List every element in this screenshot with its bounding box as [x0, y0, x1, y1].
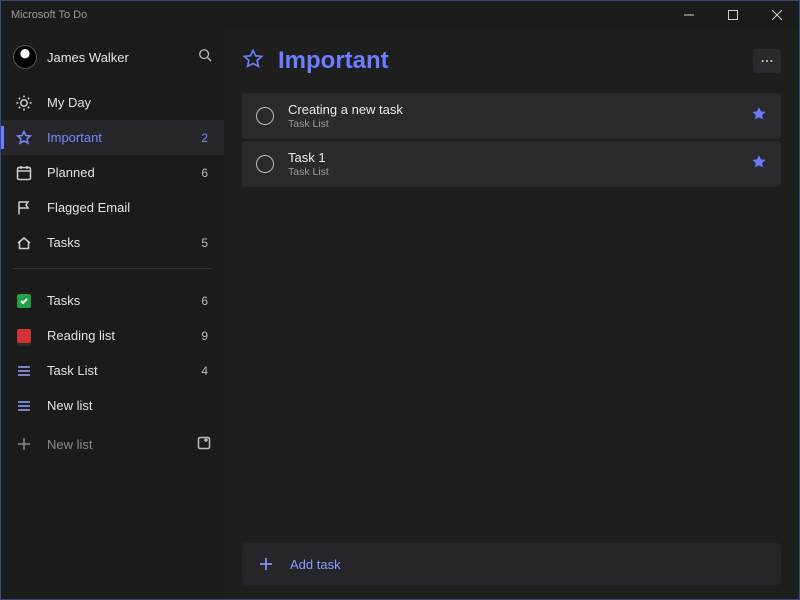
sidebar-item-label: Important — [47, 130, 201, 145]
sidebar: James Walker My Day Important 2 — [1, 29, 224, 599]
profile-name: James Walker — [47, 50, 198, 65]
home-icon — [15, 235, 33, 251]
app-title: Microsoft To Do — [11, 9, 87, 21]
sidebar-item-label: Flagged Email — [47, 200, 208, 215]
sidebar-item-label: New list — [47, 398, 208, 413]
list-icon — [15, 363, 33, 379]
profile-row[interactable]: James Walker — [1, 39, 224, 79]
avatar — [13, 45, 37, 69]
task-subtitle: Task List — [288, 166, 751, 178]
task-list: Creating a new task Task List Task 1 Tas… — [242, 93, 781, 187]
task-row[interactable]: Task 1 Task List — [242, 141, 781, 187]
complete-toggle[interactable] — [256, 155, 274, 173]
nav-smart-lists: My Day Important 2 Planned 6 — [1, 85, 224, 260]
green-check-icon — [15, 294, 33, 308]
close-button[interactable] — [755, 1, 799, 29]
sidebar-list-newlist[interactable]: New list — [1, 388, 224, 423]
calendar-icon — [15, 165, 33, 181]
star-icon — [242, 48, 264, 75]
search-button[interactable] — [198, 48, 212, 67]
new-list-row[interactable]: New list — [1, 425, 224, 463]
flag-icon — [15, 200, 33, 216]
task-row[interactable]: Creating a new task Task List — [242, 93, 781, 139]
sidebar-item-tasks[interactable]: Tasks 5 — [1, 225, 224, 260]
sidebar-item-label: Planned — [47, 165, 201, 180]
app-window: Microsoft To Do James Walker My Day — [0, 0, 800, 600]
sun-icon — [15, 95, 33, 111]
titlebar[interactable]: Microsoft To Do — [1, 1, 799, 29]
minimize-button[interactable] — [667, 1, 711, 29]
app-body: James Walker My Day Important 2 — [1, 29, 799, 599]
maximize-button[interactable] — [711, 1, 755, 29]
task-title: Creating a new task — [288, 102, 751, 118]
sidebar-item-count: 6 — [201, 166, 208, 180]
new-group-button[interactable] — [196, 435, 212, 454]
sidebar-item-label: Reading list — [47, 328, 201, 343]
sidebar-list-tasks[interactable]: Tasks 6 — [1, 283, 224, 318]
list-icon — [15, 398, 33, 414]
task-subtitle: Task List — [288, 118, 751, 130]
sidebar-item-important[interactable]: Important 2 — [1, 120, 224, 155]
main-header: Important — [242, 47, 781, 75]
star-filled-icon[interactable] — [751, 154, 767, 175]
sidebar-item-label: Task List — [47, 363, 201, 378]
sidebar-item-flagged[interactable]: Flagged Email — [1, 190, 224, 225]
sidebar-list-reading[interactable]: Reading list 9 — [1, 318, 224, 353]
sidebar-item-label: Tasks — [47, 235, 201, 250]
sidebar-item-label: My Day — [47, 95, 208, 110]
task-text: Creating a new task Task List — [288, 102, 751, 131]
red-square-icon — [15, 329, 33, 343]
page-title: Important — [278, 47, 753, 75]
main-pane: Important Creating a new task Task List … — [224, 29, 799, 599]
star-icon — [15, 130, 33, 146]
task-text: Task 1 Task List — [288, 150, 751, 179]
sidebar-item-count: 9 — [201, 329, 208, 343]
plus-icon — [258, 556, 274, 572]
sidebar-item-label: Tasks — [47, 293, 201, 308]
add-task-row[interactable]: Add task — [242, 543, 781, 585]
plus-icon — [15, 436, 33, 452]
sidebar-item-count: 4 — [201, 364, 208, 378]
nav-user-lists: Tasks 6 Reading list 9 Task List 4 New l… — [1, 283, 224, 423]
add-task-label: Add task — [290, 557, 341, 572]
more-options-button[interactable] — [753, 49, 781, 73]
new-list-label: New list — [47, 437, 196, 452]
sidebar-item-planned[interactable]: Planned 6 — [1, 155, 224, 190]
complete-toggle[interactable] — [256, 107, 274, 125]
sidebar-item-count: 5 — [201, 236, 208, 250]
window-controls — [667, 1, 799, 29]
star-filled-icon[interactable] — [751, 106, 767, 127]
sidebar-list-tasklist[interactable]: Task List 4 — [1, 353, 224, 388]
sidebar-divider — [13, 268, 212, 269]
task-title: Task 1 — [288, 150, 751, 166]
sidebar-item-myday[interactable]: My Day — [1, 85, 224, 120]
sidebar-item-count: 2 — [201, 131, 208, 145]
sidebar-item-count: 6 — [201, 294, 208, 308]
